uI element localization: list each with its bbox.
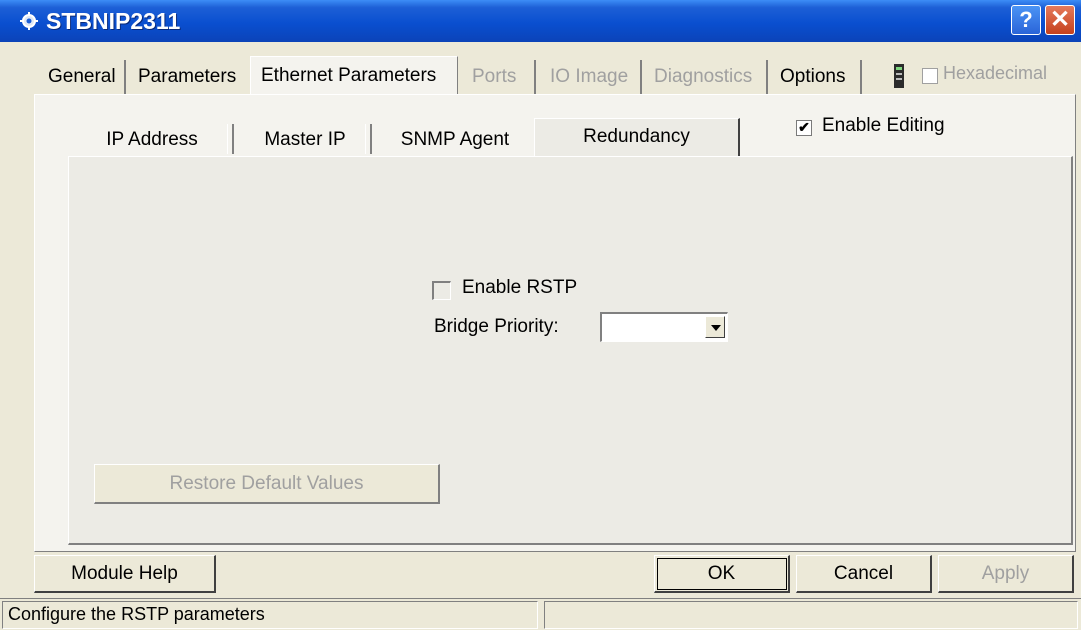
close-button[interactable]: ✕ bbox=[1045, 5, 1075, 35]
help-button[interactable]: ? bbox=[1011, 5, 1041, 35]
tab-io-image[interactable]: IO Image bbox=[540, 60, 642, 94]
window-title: STBNIP2311 bbox=[46, 8, 181, 34]
title-bar: STBNIP2311 ? ✕ bbox=[0, 0, 1081, 42]
restore-default-values-button[interactable]: Restore Default Values bbox=[94, 464, 440, 504]
subtab-snmp-agent[interactable]: SNMP Agent bbox=[376, 122, 534, 158]
status-pane-secondary bbox=[544, 601, 1078, 629]
subtab-master-ip[interactable]: Master IP bbox=[238, 122, 372, 158]
tab-diagnostics[interactable]: Diagnostics bbox=[644, 60, 768, 94]
apply-button[interactable]: Apply bbox=[938, 555, 1074, 593]
cancel-button[interactable]: Cancel bbox=[796, 555, 932, 593]
ok-button[interactable]: OK bbox=[654, 555, 790, 593]
tab-general[interactable]: General bbox=[38, 60, 126, 94]
subtab-redundancy[interactable]: Redundancy bbox=[534, 118, 740, 160]
hexadecimal-checkbox[interactable] bbox=[922, 68, 938, 84]
tab-ethernet-parameters[interactable]: Ethernet Parameters bbox=[250, 56, 458, 96]
tab-ports[interactable]: Ports bbox=[462, 60, 536, 94]
chevron-down-icon[interactable] bbox=[705, 316, 725, 338]
tab-parameters[interactable]: Parameters bbox=[128, 60, 244, 94]
enable-editing-label: Enable Editing bbox=[822, 115, 945, 136]
module-help-button[interactable]: Module Help bbox=[34, 555, 216, 593]
bridge-priority-dropdown[interactable] bbox=[600, 312, 728, 342]
gear-app-icon bbox=[20, 12, 38, 30]
device-icon bbox=[894, 64, 904, 88]
enable-rstp-label: Enable RSTP bbox=[462, 277, 578, 298]
enable-rstp-checkbox[interactable] bbox=[432, 281, 451, 300]
hexadecimal-label: Hexadecimal bbox=[943, 63, 1048, 83]
bridge-priority-label: Bridge Priority: bbox=[434, 316, 559, 337]
enable-editing-checkbox[interactable]: ✔ bbox=[796, 120, 812, 136]
status-text: Configure the RSTP parameters bbox=[8, 604, 265, 624]
tab-options[interactable]: Options bbox=[770, 60, 862, 94]
subtab-ip-address[interactable]: IP Address bbox=[70, 122, 234, 158]
